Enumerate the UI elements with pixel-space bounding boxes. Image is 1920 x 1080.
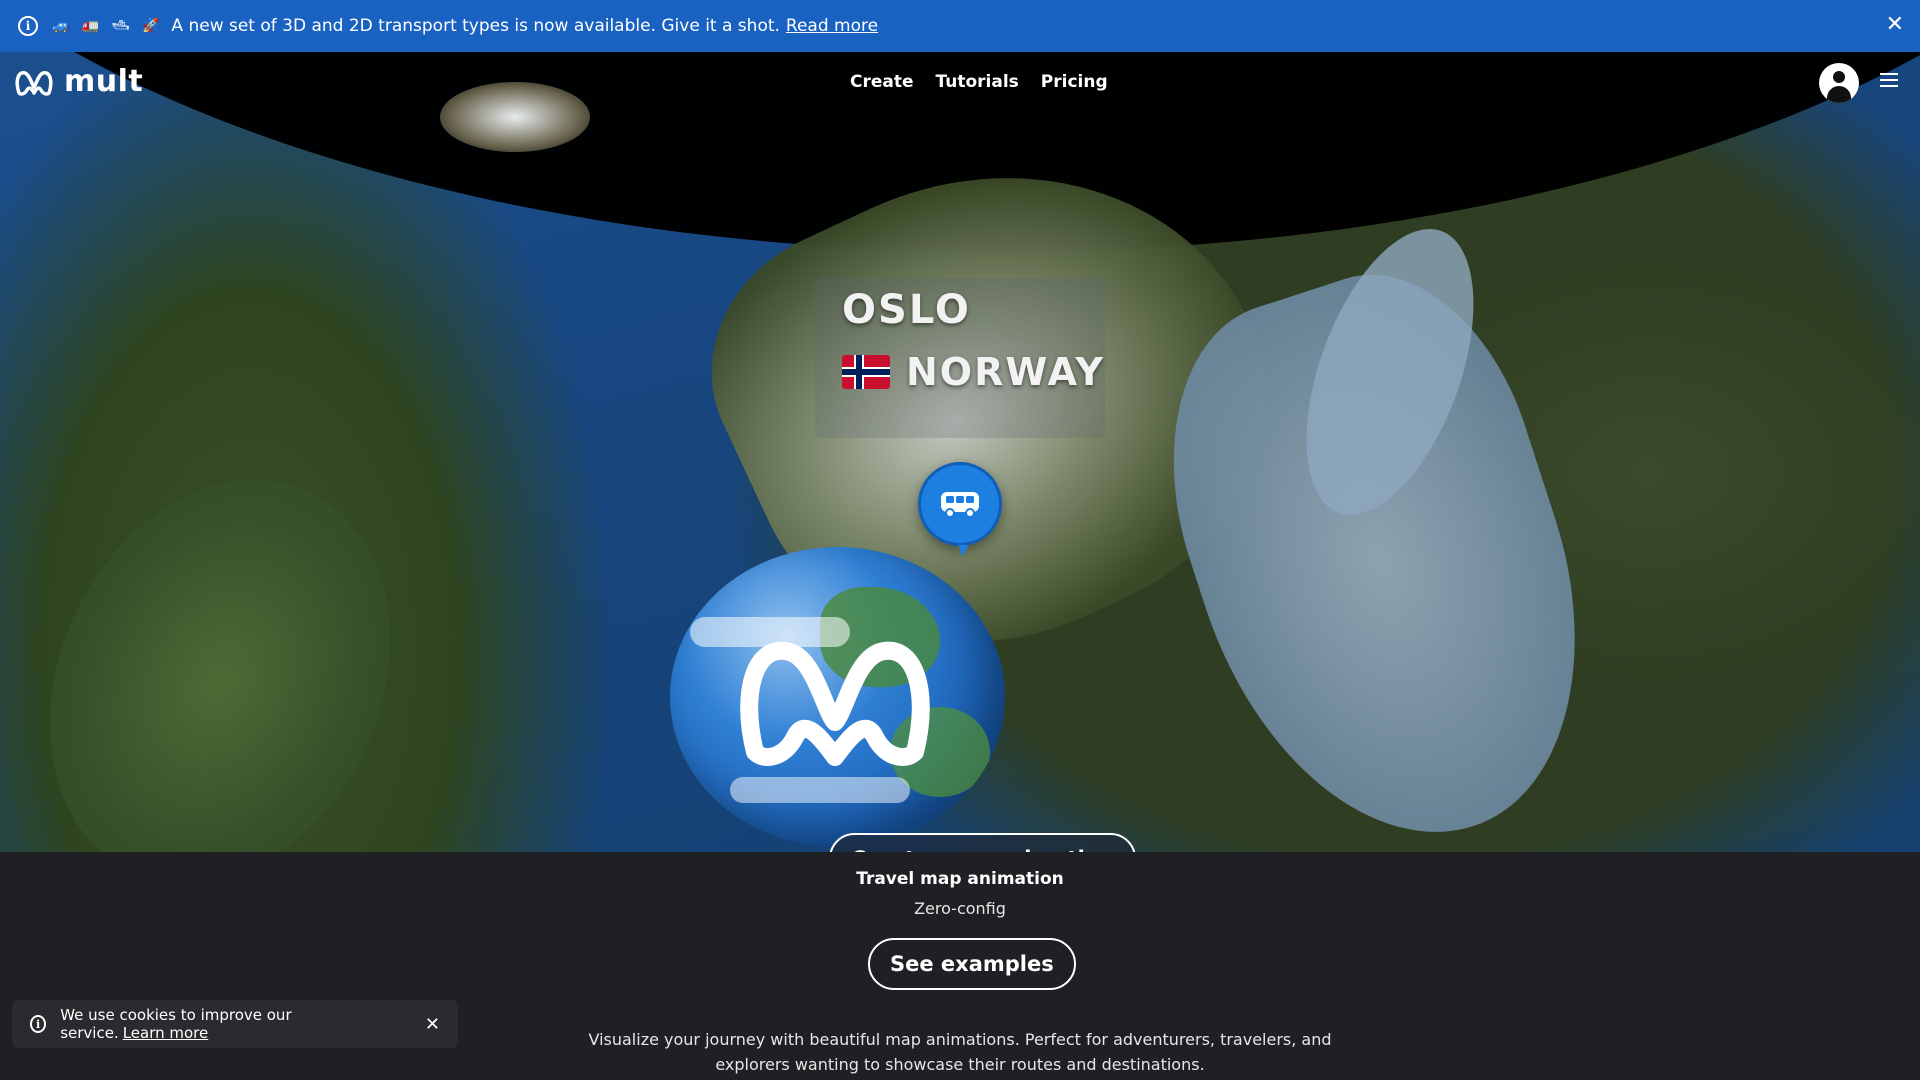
announcement-text: A new set of 3D and 2D transport types i… — [171, 16, 780, 36]
close-icon[interactable]: ✕ — [1886, 12, 1904, 37]
brand-name: mult — [64, 64, 144, 99]
hero-description: Visualize your journey with beautiful ma… — [588, 1030, 1332, 1074]
cookie-text: We use cookies to improve our service. Le… — [60, 1006, 395, 1042]
country-label-row: NORWAY — [842, 350, 1105, 394]
nav-pricing[interactable]: Pricing — [1041, 72, 1108, 92]
hamburger-menu-icon[interactable] — [1880, 73, 1898, 87]
hero-tagline: Zero-config — [914, 899, 1006, 918]
nav-tutorials[interactable]: Tutorials — [936, 72, 1019, 92]
uk-landmass — [0, 424, 454, 852]
user-avatar-icon[interactable] — [1819, 63, 1859, 103]
van-marker-icon — [918, 462, 1002, 546]
globe-logo-icon — [670, 547, 1005, 847]
close-icon[interactable]: ✕ — [425, 1014, 440, 1035]
mult-logo-icon — [15, 70, 53, 96]
transport-emojis: 🚙 🚛 🛥 🚀 — [52, 18, 164, 34]
map-hero: OSLO NORWAY Create map animation — [0, 52, 1920, 852]
hero-subtitle: Travel map animation — [856, 869, 1064, 889]
country-label: NORWAY — [906, 350, 1105, 394]
info-icon: i — [18, 16, 38, 36]
read-more-link[interactable]: Read more — [786, 16, 878, 36]
nav-create[interactable]: Create — [850, 72, 914, 92]
info-icon: i — [30, 1015, 47, 1033]
create-map-animation-button[interactable]: Create map animation — [829, 833, 1137, 852]
city-label: OSLO — [842, 287, 971, 333]
announcement-bar: i 🚙 🚛 🛥 🚀 A new set of 3D and 2D transpo… — [0, 0, 1920, 52]
learn-more-link[interactable]: Learn more — [123, 1024, 209, 1042]
top-navbar: mult Create Tutorials Pricing — [0, 52, 1920, 112]
nav-links: Create Tutorials Pricing — [850, 72, 1108, 92]
cookie-banner: i We use cookies to improve our service.… — [12, 1000, 458, 1048]
see-examples-button[interactable]: See examples — [868, 938, 1076, 990]
norway-flag-icon — [842, 355, 890, 389]
brand-logo[interactable]: mult — [14, 64, 143, 99]
